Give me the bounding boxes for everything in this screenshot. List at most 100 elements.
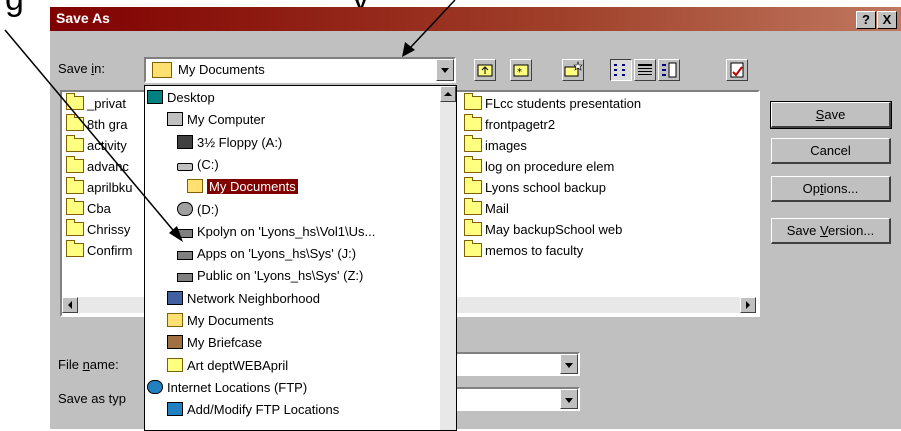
dropdown-item[interactable]: Art deptWEBApril xyxy=(167,355,288,376)
dropdown-item[interactable]: Desktop xyxy=(147,87,215,108)
commands-settings-button[interactable] xyxy=(726,59,748,81)
scroll-up-button[interactable] xyxy=(440,86,456,102)
dropdown-item-label: Add/Modify FTP Locations xyxy=(187,402,340,418)
network-neighborhood-icon xyxy=(167,290,183,305)
file-name-field[interactable] xyxy=(450,352,580,376)
save-as-type-label: Save as typ xyxy=(58,391,126,406)
chevron-down-icon[interactable] xyxy=(560,354,578,374)
dropdown-item[interactable]: Apps on 'Lyons_hs\Sys' (J:) xyxy=(177,243,356,264)
network-drive-icon xyxy=(177,273,193,283)
dropdown-item[interactable]: My Documents xyxy=(187,176,298,197)
save-in-dropdown-list[interactable]: Desktop My Computer 3½ Floppy (A:) (C:) My D… xyxy=(144,85,457,431)
folder-icon xyxy=(66,114,84,131)
dropdown-item-label: Art deptWEBApril xyxy=(187,357,289,373)
file-item[interactable]: 8th gra xyxy=(66,114,127,135)
dropdown-item-label: (D:) xyxy=(197,201,219,217)
dropdown-item[interactable]: (D:) xyxy=(177,199,219,220)
title-bar: Save As ? X xyxy=(50,7,901,31)
list-view-button[interactable] xyxy=(610,59,632,81)
dropdown-item[interactable]: Add/Modify FTP Locations xyxy=(167,399,339,420)
folder-icon xyxy=(464,177,482,194)
save-in-dropdown[interactable]: My Documents xyxy=(144,57,456,83)
folder-icon xyxy=(66,240,84,257)
file-item-label: activity xyxy=(87,138,127,153)
dropdown-item[interactable]: Kpolyn on 'Lyons_hs\Vol1\Us... xyxy=(177,221,375,242)
scroll-right-button[interactable] xyxy=(740,297,756,313)
scroll-left-button[interactable] xyxy=(62,297,78,313)
file-item[interactable]: Mail xyxy=(464,198,509,219)
dropdown-item-label: Network Neighborhood xyxy=(187,290,320,306)
properties-view-button[interactable] xyxy=(658,59,680,81)
file-item-label: Cba xyxy=(87,201,111,216)
file-item[interactable]: advanc xyxy=(66,156,129,177)
file-item-label: Chrissy xyxy=(87,222,131,237)
close-button[interactable]: X xyxy=(877,11,897,29)
file-item[interactable]: aprilbku xyxy=(66,177,133,198)
dropdown-item-label: Public on 'Lyons_hs\Sys' (Z:) xyxy=(197,268,364,284)
dropdown-item[interactable]: (C:) xyxy=(177,154,219,175)
new-folder-button[interactable] xyxy=(562,59,584,81)
dropdown-item[interactable]: Network Neighborhood xyxy=(167,288,320,309)
help-button[interactable]: ? xyxy=(856,11,876,29)
dropdown-scrollbar[interactable] xyxy=(440,86,456,430)
file-item-label: aprilbku xyxy=(87,180,133,195)
folder-icon xyxy=(66,93,84,110)
folder-icon xyxy=(464,135,482,152)
file-item[interactable]: Lyons school backup xyxy=(464,177,606,198)
file-item-label: Confirm xyxy=(87,243,133,258)
dialog-title: Save As xyxy=(56,10,110,26)
desktop-icon xyxy=(147,90,163,104)
details-view-button[interactable] xyxy=(634,59,656,81)
globe-icon xyxy=(147,379,163,394)
floppy-icon xyxy=(177,134,193,149)
options-button[interactable]: Options... xyxy=(771,176,891,202)
folder-icon xyxy=(66,177,84,194)
up-one-level-button[interactable] xyxy=(474,59,496,81)
favorites-button[interactable]: * xyxy=(510,59,532,81)
file-item[interactable]: FLcc students presentation xyxy=(464,93,642,114)
cd-drive-icon xyxy=(177,201,193,216)
save-button[interactable]: Save xyxy=(770,101,892,129)
file-item[interactable]: log on procedure elem xyxy=(464,156,615,177)
save-in-value: My Documents xyxy=(178,62,265,77)
save-version-button[interactable]: Save Version... xyxy=(771,218,891,244)
file-item[interactable]: _privat xyxy=(66,93,126,114)
chevron-down-icon[interactable] xyxy=(436,59,454,81)
folder-icon xyxy=(66,198,84,215)
file-item-label: log on procedure elem xyxy=(485,159,615,174)
dropdown-item-label: 3½ Floppy (A:) xyxy=(197,134,283,150)
save-as-type-dropdown[interactable] xyxy=(450,387,580,411)
file-item-label: memos to faculty xyxy=(485,243,584,258)
file-item-label: Mail xyxy=(485,201,509,216)
dropdown-item-label: Desktop xyxy=(167,90,215,105)
file-item-label: FLcc students presentation xyxy=(485,96,642,111)
file-item[interactable]: images xyxy=(464,135,527,156)
dropdown-item[interactable]: 3½ Floppy (A:) xyxy=(177,132,282,153)
cancel-button[interactable]: Cancel xyxy=(771,138,891,164)
file-item[interactable]: Cba xyxy=(66,198,111,219)
network-drive-icon xyxy=(177,228,193,238)
file-item-label: images xyxy=(485,138,527,153)
file-item[interactable]: Confirm xyxy=(66,240,133,261)
file-item[interactable]: frontpagetr2 xyxy=(464,114,555,135)
dropdown-item[interactable]: My Computer xyxy=(167,109,265,130)
chevron-down-icon[interactable] xyxy=(560,389,578,409)
file-item[interactable]: activity xyxy=(66,135,127,156)
dropdown-item-label: Apps on 'Lyons_hs\Sys' (J:) xyxy=(197,246,357,262)
dropdown-item[interactable]: Public on 'Lyons_hs\Sys' (Z:) xyxy=(177,265,363,286)
file-item-label: Lyons school backup xyxy=(485,180,606,195)
folder-icon xyxy=(66,135,84,152)
file-item[interactable]: memos to faculty xyxy=(464,240,584,261)
my-documents-icon xyxy=(167,313,183,327)
folder-icon xyxy=(66,219,84,236)
dropdown-item[interactable]: My Documents xyxy=(167,310,274,331)
dropdown-item[interactable]: My Briefcase xyxy=(167,332,262,353)
drive-icon xyxy=(177,162,193,171)
dropdown-item-label: My Computer xyxy=(187,112,266,128)
dropdown-item[interactable]: Internet Locations (FTP) xyxy=(147,377,307,398)
file-item[interactable]: Chrissy xyxy=(66,219,131,240)
dropdown-item-label: My Documents xyxy=(187,313,274,328)
file-item[interactable]: May backupSchool web xyxy=(464,219,622,240)
my-documents-icon xyxy=(187,179,203,194)
folder-icon xyxy=(167,357,183,372)
